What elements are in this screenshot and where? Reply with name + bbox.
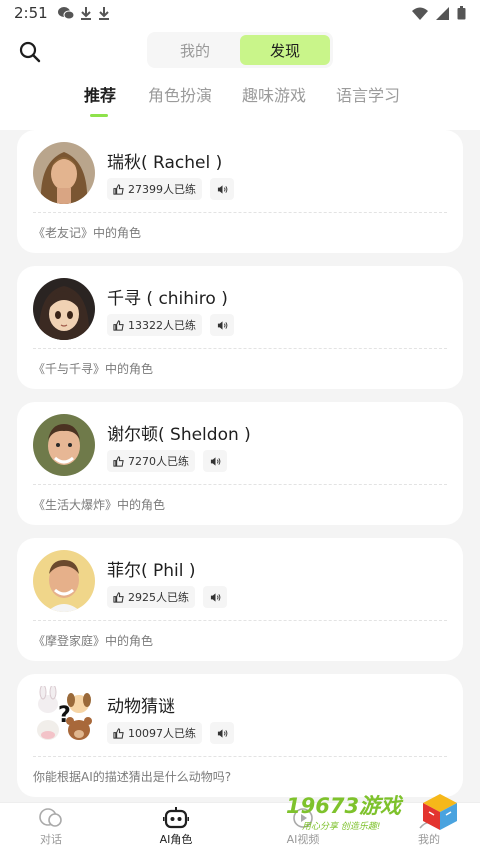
- nav-label: 我的: [418, 833, 440, 846]
- speaker-icon: [210, 592, 220, 602]
- sheldon-avatar: [33, 414, 95, 476]
- segment-discover[interactable]: 发现: [240, 35, 330, 65]
- role-description: 《千与千寻》中的角色: [33, 362, 154, 376]
- role-description: 《生活大爆炸》中的角色: [33, 498, 166, 512]
- search-button[interactable]: [16, 38, 44, 66]
- role-card[interactable]: 瑞秋( Rachel ) 27399人已练 《老友记》中的角色: [17, 130, 463, 253]
- practice-count: 27399人已练: [128, 183, 196, 196]
- notification-icons: [57, 6, 110, 20]
- practice-count: 10097人已练: [128, 727, 196, 740]
- role-description: 《摩登家庭》中的角色: [33, 634, 154, 648]
- bottom-nav: 对话 AI角色 AI视频 我的: [0, 802, 480, 853]
- thumbs-up-icon: [113, 455, 124, 467]
- category-tabs: 推荐 角色扮演 趣味游戏 语言学习: [0, 82, 480, 122]
- card-divider: [33, 348, 447, 349]
- video-icon: [293, 808, 313, 828]
- battery-icon: [457, 6, 466, 20]
- role-name: 瑞秋( Rachel ): [107, 153, 223, 173]
- card-divider: [33, 212, 447, 213]
- wechat-icon: [57, 6, 74, 20]
- download-icon: [80, 6, 92, 20]
- role-name: 菲尔( Phil ): [107, 561, 196, 581]
- status-bar: 2:51: [0, 0, 480, 26]
- tab-active-indicator: [90, 114, 108, 117]
- role-name: 千寻 ( chihiro ): [107, 289, 228, 309]
- speaker-icon: [217, 728, 227, 738]
- role-list: 瑞秋( Rachel ) 27399人已练 《老友记》中的角色 千寻 (chi…: [0, 130, 480, 802]
- tab-recommend[interactable]: 推荐: [84, 82, 116, 106]
- top-header: 我的 发现 推荐 角色扮演 趣味游戏 语言学习: [0, 26, 480, 130]
- role-meta: 13322人已练: [107, 314, 234, 336]
- role-card[interactable]: 谢尔顿( Sheldon ) 7270人已练 《生活大爆炸》中的角色: [17, 402, 463, 525]
- rachel-avatar: [33, 142, 95, 204]
- nav-ai-role[interactable]: AI角色: [136, 807, 216, 847]
- system-icons: [412, 6, 466, 20]
- role-card[interactable]: 菲尔( Phil ) 2925人已练 《摩登家庭》中的角色: [17, 538, 463, 661]
- thumbs-up-icon: [113, 319, 124, 331]
- tab-language-learning[interactable]: 语言学习: [336, 82, 400, 106]
- nav-label: AI角色: [159, 833, 193, 846]
- practice-count: 13322人已练: [128, 319, 196, 332]
- nav-ai-video[interactable]: AI视频: [263, 807, 343, 847]
- role-description: 《老友记》中的角色: [33, 226, 142, 240]
- practice-count: 7270人已练: [128, 455, 189, 468]
- practice-count-chip[interactable]: 2925人已练: [107, 586, 195, 608]
- play-voice-button[interactable]: [210, 722, 234, 744]
- segment-switch: 我的 发现: [147, 32, 333, 68]
- segment-mine[interactable]: 我的: [150, 35, 240, 65]
- play-voice-button[interactable]: [210, 178, 234, 200]
- card-divider: [33, 756, 447, 757]
- practice-count-chip[interactable]: 27399人已练: [107, 178, 202, 200]
- play-voice-button[interactable]: [203, 586, 227, 608]
- card-divider: [33, 484, 447, 485]
- role-meta: 10097人已练: [107, 722, 234, 744]
- speaker-icon: [217, 184, 227, 194]
- nav-mine[interactable]: 我的: [389, 807, 469, 847]
- speaker-icon: [217, 320, 227, 330]
- nav-chat[interactable]: 对话: [11, 807, 91, 847]
- practice-count-chip[interactable]: 13322人已练: [107, 314, 202, 336]
- speaker-icon: [210, 456, 220, 466]
- wifi-icon: [412, 7, 428, 20]
- card-divider: [33, 620, 447, 621]
- role-name: 谢尔顿( Sheldon ): [107, 425, 251, 445]
- phil-avatar: [33, 550, 95, 612]
- download-icon: [98, 6, 110, 20]
- chihiro-avatar: [33, 278, 95, 340]
- play-voice-button[interactable]: [203, 450, 227, 472]
- practice-count-chip[interactable]: 10097人已练: [107, 722, 202, 744]
- robot-icon: [163, 807, 189, 829]
- signal-icon: [436, 6, 449, 20]
- svg-text:?: ?: [58, 703, 71, 728]
- role-meta: 27399人已练: [107, 178, 234, 200]
- status-time: 2:51: [14, 4, 48, 22]
- role-meta: 2925人已练: [107, 586, 227, 608]
- nav-label: 对话: [40, 833, 62, 846]
- play-voice-button[interactable]: [210, 314, 234, 336]
- profile-icon: [419, 808, 439, 829]
- animal-quiz-avatar: ?: [33, 686, 95, 748]
- search-icon: [19, 41, 41, 63]
- chat-bubbles-icon: [39, 808, 62, 827]
- role-name: 动物猜谜: [107, 697, 175, 717]
- tab-roleplay[interactable]: 角色扮演: [148, 82, 212, 106]
- role-description: 你能根据AI的描述猜出是什么动物吗?: [33, 770, 232, 784]
- role-card[interactable]: ? 动物猜谜 10097人已练 你能根据AI的描述猜出是什么动物吗?: [17, 674, 463, 797]
- practice-count-chip[interactable]: 7270人已练: [107, 450, 195, 472]
- tab-fun-games[interactable]: 趣味游戏: [242, 82, 306, 106]
- thumbs-up-icon: [113, 183, 124, 195]
- nav-label: AI视频: [286, 833, 320, 846]
- thumbs-up-icon: [113, 727, 124, 739]
- practice-count: 2925人已练: [128, 591, 189, 604]
- role-meta: 7270人已练: [107, 450, 227, 472]
- role-card[interactable]: 千寻 ( chihiro ) 13322人已练 《千与千寻》中的角色: [17, 266, 463, 389]
- thumbs-up-icon: [113, 591, 124, 603]
